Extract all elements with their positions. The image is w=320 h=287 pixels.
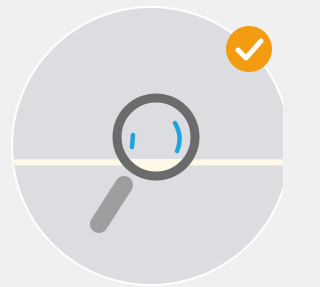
checkmark-icon (226, 26, 272, 72)
status-badge (226, 26, 272, 72)
canvas (0, 0, 283, 287)
